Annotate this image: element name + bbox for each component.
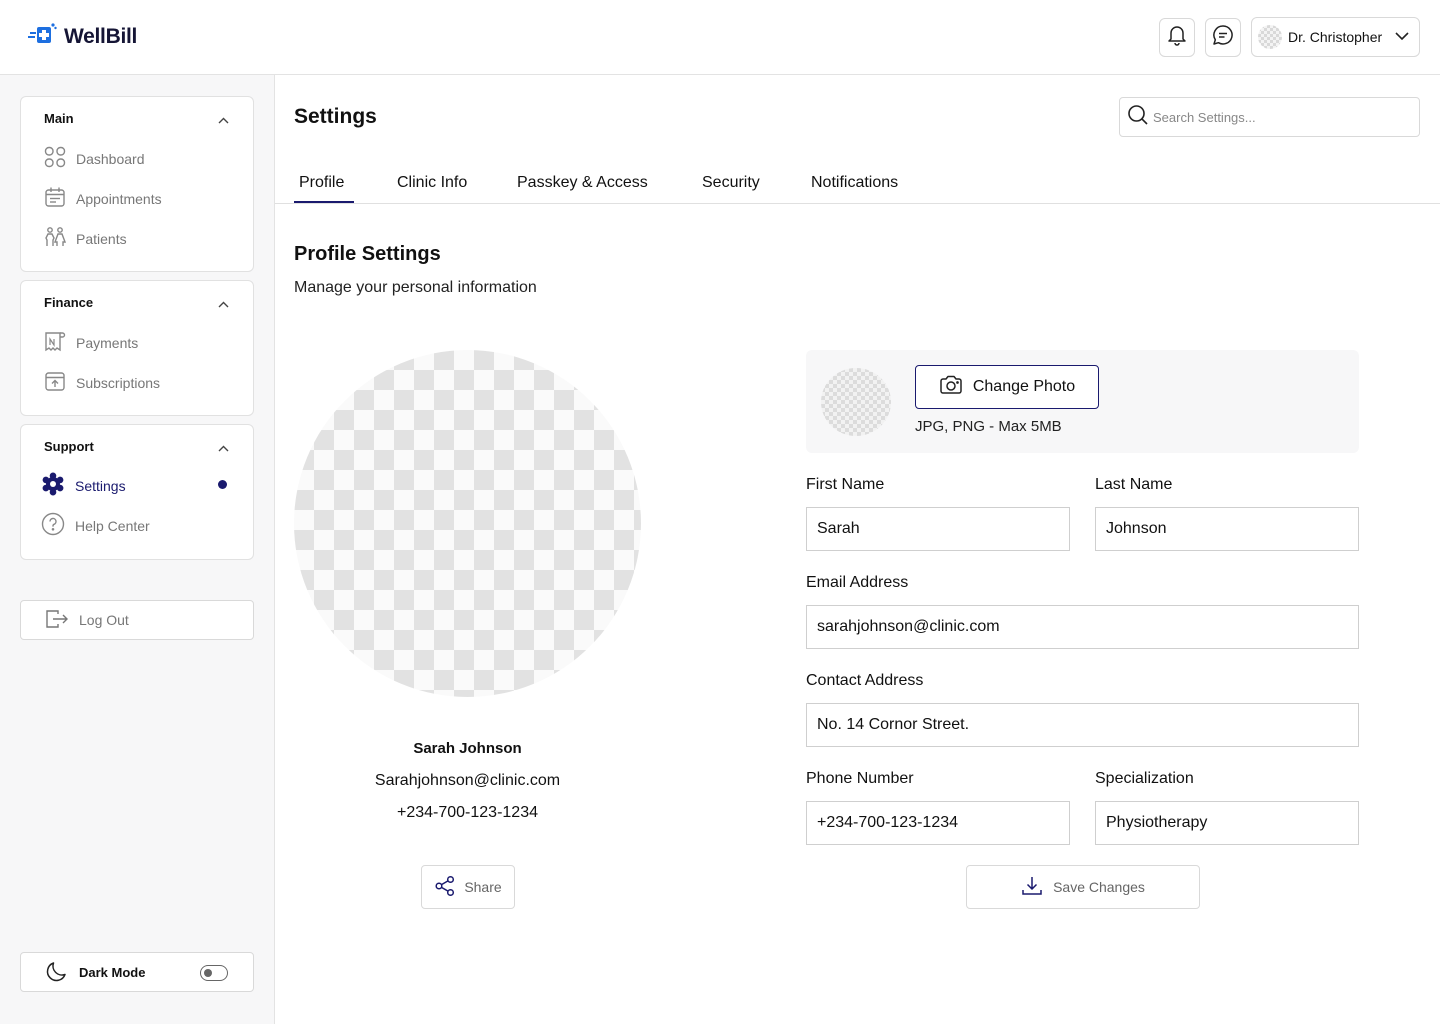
sidebar-section-title: Main — [44, 111, 74, 126]
sidebar-item-dashboard[interactable]: Dashboard — [44, 146, 145, 171]
sidebar-item-label: Payments — [76, 334, 139, 351]
moon-icon — [45, 959, 69, 986]
chevron-up-icon[interactable] — [218, 295, 229, 313]
search-input[interactable] — [1153, 109, 1403, 125]
profile-phone: +234-700-123-1234 — [396, 804, 538, 821]
search-icon — [1127, 104, 1149, 131]
user-name: Dr. Christopher — [1288, 29, 1383, 45]
sidebar-section-main: Main Dashboard Appointments Patients — [20, 96, 254, 272]
phone-input[interactable] — [817, 814, 1069, 832]
specialization-input[interactable] — [1106, 814, 1358, 832]
gear-icon — [41, 472, 65, 499]
last-name-field[interactable] — [1095, 507, 1359, 551]
sidebar-item-subscriptions[interactable]: Subscriptions — [44, 370, 160, 395]
specialization-label: Specialization — [1095, 770, 1194, 787]
address-input[interactable] — [817, 716, 1358, 734]
dashboard-icon — [44, 146, 66, 171]
email-label: Email Address — [806, 574, 909, 591]
camera-icon — [939, 375, 963, 400]
tab-clinic-info[interactable]: Clinic Info — [397, 174, 467, 192]
sidebar-item-label: Subscriptions — [76, 374, 161, 391]
profile-email: Sarahjohnson@clinic.com — [374, 772, 561, 789]
messages-button[interactable] — [1205, 18, 1241, 57]
photo-hint: JPG, PNG - Max 5MB — [915, 418, 1062, 435]
chat-icon — [1212, 24, 1234, 51]
sidebar-item-help-center[interactable]: Help Center — [41, 512, 150, 539]
chevron-down-icon — [1395, 28, 1409, 46]
active-tab-indicator — [294, 201, 354, 203]
section-title: Profile Settings — [294, 243, 441, 265]
dark-mode-label: Dark Mode — [79, 964, 146, 980]
patients-icon — [44, 226, 67, 251]
sidebar-section-support: Support Settings Help Center — [20, 424, 254, 560]
photo-thumbnail — [821, 368, 891, 436]
sidebar-section-title: Finance — [44, 295, 94, 310]
sidebar-item-appointments[interactable]: Appointments — [44, 186, 162, 211]
tab-passkey-access[interactable]: Passkey & Access — [517, 174, 648, 192]
first-name-field[interactable] — [806, 507, 1070, 551]
logo-text: WellBill — [64, 24, 138, 48]
logout-button[interactable]: Log Out — [20, 600, 254, 640]
tab-security[interactable]: Security — [702, 174, 760, 192]
top-bar: WellBill Dr. Christopher — [0, 0, 1440, 75]
first-name-input[interactable] — [817, 520, 1069, 538]
share-icon — [434, 875, 456, 900]
section-subtitle: Manage your personal information — [294, 279, 537, 296]
photo-upload-card: Change Photo JPG, PNG - Max 5MB — [806, 350, 1359, 453]
help-icon — [41, 512, 65, 539]
download-icon — [1021, 875, 1043, 900]
share-button[interactable]: Share — [421, 865, 515, 909]
active-indicator — [218, 480, 227, 489]
last-name-label: Last Name — [1095, 476, 1173, 493]
phone-field[interactable] — [806, 801, 1070, 845]
first-name-label: First Name — [806, 476, 885, 493]
last-name-input[interactable] — [1106, 520, 1358, 538]
calendar-icon — [44, 186, 66, 211]
save-changes-label: Save Changes — [1053, 879, 1145, 895]
chevron-up-icon[interactable] — [218, 111, 229, 129]
bell-icon — [1167, 24, 1187, 51]
sidebar-section-title: Support — [44, 439, 94, 454]
user-menu[interactable]: Dr. Christopher — [1251, 17, 1420, 57]
share-label: Share — [464, 879, 502, 895]
address-label: Contact Address — [806, 672, 924, 689]
change-photo-label: Change Photo — [972, 378, 1076, 395]
avatar — [1258, 25, 1282, 49]
settings-tabs: Profile Clinic Info Passkey & Access Sec… — [275, 168, 1440, 204]
profile-avatar-large — [294, 350, 641, 697]
logout-icon — [45, 609, 69, 632]
sidebar-item-settings[interactable]: Settings — [41, 472, 126, 499]
sidebar-item-label: Appointments — [76, 190, 162, 207]
specialization-field[interactable] — [1095, 801, 1359, 845]
app-logo[interactable]: WellBill — [28, 22, 137, 51]
address-field[interactable] — [806, 703, 1359, 747]
tab-notifications[interactable]: Notifications — [811, 174, 898, 192]
sidebar-item-label: Help Center — [75, 517, 150, 534]
notifications-button[interactable] — [1159, 18, 1195, 57]
email-field[interactable] — [806, 605, 1359, 649]
change-photo-button[interactable]: Change Photo — [915, 365, 1099, 409]
profile-name: Sarah Johnson — [413, 740, 522, 757]
sidebar-section-finance: Finance Payments Subscriptions — [20, 280, 254, 416]
dark-mode-toggle[interactable] — [200, 965, 228, 981]
dark-mode-toggle-row[interactable]: Dark Mode — [20, 952, 254, 992]
chevron-up-icon[interactable] — [218, 439, 229, 457]
receipt-icon — [44, 330, 66, 355]
page-title: Settings — [294, 105, 377, 128]
sidebar-item-label: Settings — [75, 477, 126, 494]
logout-label: Log Out — [79, 612, 129, 628]
phone-label: Phone Number — [806, 770, 914, 787]
tab-profile[interactable]: Profile — [299, 174, 344, 192]
subscription-icon — [44, 370, 66, 395]
sidebar: Main Dashboard Appointments Patients Fin… — [0, 75, 275, 1024]
sidebar-item-label: Patients — [76, 230, 127, 247]
settings-search[interactable] — [1119, 97, 1420, 137]
sidebar-item-payments[interactable]: Payments — [44, 330, 138, 355]
sidebar-item-label: Dashboard — [76, 150, 145, 167]
email-input[interactable] — [817, 618, 1358, 636]
logo-icon — [28, 22, 58, 51]
sidebar-item-patients[interactable]: Patients — [44, 226, 127, 251]
save-changes-button[interactable]: Save Changes — [966, 865, 1200, 909]
